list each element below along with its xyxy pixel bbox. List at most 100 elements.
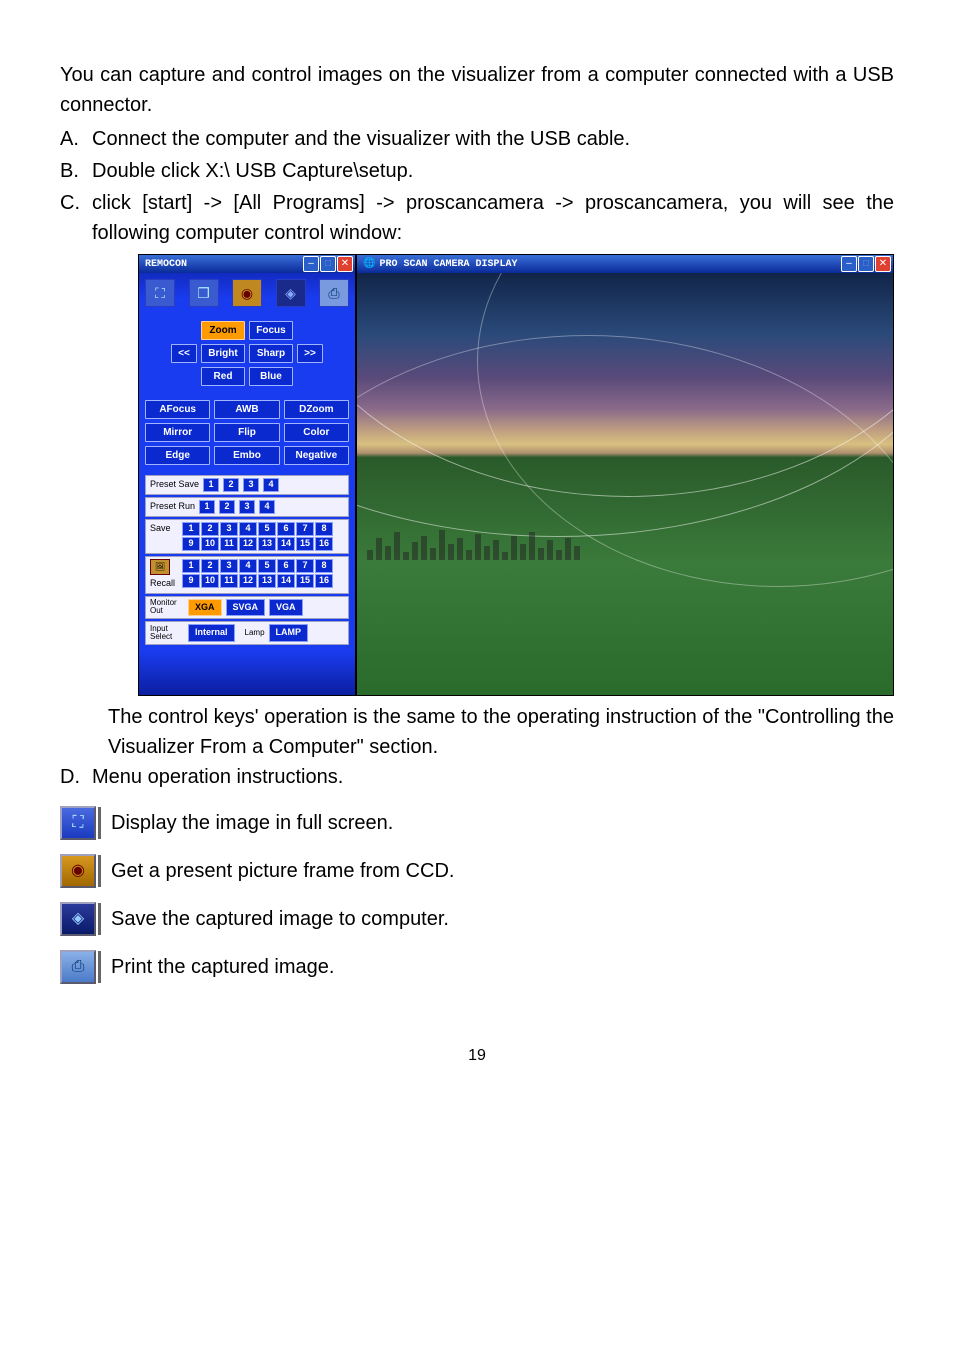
flip-button[interactable]: Flip — [214, 423, 279, 442]
step-c-after: The control keys' operation is the same … — [108, 702, 894, 762]
step-d: D. Menu operation instructions. — [60, 762, 894, 792]
vga-chip[interactable]: VGA — [269, 599, 303, 617]
save-row: Save 1 2 3 4 5 6 7 8 9 10 11 12 13 14 15 — [145, 519, 349, 554]
step-text: Menu operation instructions. — [92, 762, 894, 792]
preset-num[interactable]: 2 — [223, 478, 239, 492]
menu-text: Get a present picture frame from CCD. — [111, 856, 454, 886]
save-num[interactable]: 16 — [315, 537, 333, 551]
step-a: A. Connect the computer and the visualiz… — [60, 124, 894, 154]
maximize-icon[interactable]: □ — [858, 256, 874, 272]
monitor-out-label: Monitor Out — [150, 599, 184, 615]
input-select-value[interactable]: Internal — [188, 624, 235, 642]
preset-run-label: Preset Run — [150, 500, 195, 514]
recall-num[interactable]: 10 — [201, 574, 219, 588]
lamp-value[interactable]: LAMP — [269, 624, 309, 642]
gallery-icon[interactable]: 🖼 — [150, 559, 170, 575]
preset-num[interactable]: 3 — [243, 478, 259, 492]
blue-button[interactable]: Blue — [249, 367, 293, 386]
zoom-button[interactable]: Zoom — [201, 321, 245, 340]
recall-num[interactable]: 7 — [296, 559, 314, 573]
maximize-icon[interactable]: □ — [320, 256, 336, 272]
save-num[interactable]: 14 — [277, 537, 295, 551]
save-num[interactable]: 1 — [182, 522, 200, 536]
prev-button[interactable]: << — [171, 344, 197, 363]
recall-num[interactable]: 11 — [220, 574, 238, 588]
xga-chip[interactable]: XGA — [188, 599, 222, 617]
monitor-out-row: Monitor Out XGA SVGA VGA — [145, 596, 349, 620]
close-icon[interactable]: ✕ — [337, 256, 353, 272]
save-num[interactable]: 5 — [258, 522, 276, 536]
recall-num[interactable]: 3 — [220, 559, 238, 573]
save-num[interactable]: 12 — [239, 537, 257, 551]
save-num[interactable]: 15 — [296, 537, 314, 551]
menu-text: Save the captured image to computer. — [111, 904, 449, 934]
focus-button[interactable]: Focus — [249, 321, 293, 340]
save-num[interactable]: 7 — [296, 522, 314, 536]
color-button[interactable]: Color — [284, 423, 349, 442]
recall-num[interactable]: 5 — [258, 559, 276, 573]
preset-num[interactable]: 2 — [219, 500, 235, 514]
negative-button[interactable]: Negative — [284, 446, 349, 465]
afocus-button[interactable]: AFocus — [145, 400, 210, 419]
recall-num[interactable]: 4 — [239, 559, 257, 573]
save-num[interactable]: 3 — [220, 522, 238, 536]
recall-num[interactable]: 15 — [296, 574, 314, 588]
save-num[interactable]: 11 — [220, 537, 238, 551]
recall-num[interactable]: 12 — [239, 574, 257, 588]
red-button[interactable]: Red — [201, 367, 245, 386]
menu-item-save: ◈ Save the captured image to computer. — [60, 902, 894, 936]
step-text: Connect the computer and the visualizer … — [92, 124, 894, 154]
input-select-label: Input Select — [150, 625, 184, 641]
remocon-titlebar: REMOCON – □ ✕ — [139, 255, 355, 273]
save-num[interactable]: 10 — [201, 537, 219, 551]
window-icon[interactable]: ❐ — [189, 279, 219, 307]
svga-chip[interactable]: SVGA — [226, 599, 266, 617]
save-num[interactable]: 6 — [277, 522, 295, 536]
mirror-button[interactable]: Mirror — [145, 423, 210, 442]
dzoom-button[interactable]: DZoom — [284, 400, 349, 419]
save-num[interactable]: 4 — [239, 522, 257, 536]
step-letter: A. — [60, 124, 92, 154]
intro-paragraph: You can capture and control images on th… — [60, 60, 894, 120]
preset-num[interactable]: 3 — [239, 500, 255, 514]
save-num[interactable]: 9 — [182, 537, 200, 551]
embo-button[interactable]: Embo — [214, 446, 279, 465]
recall-num[interactable]: 2 — [201, 559, 219, 573]
preset-num[interactable]: 4 — [263, 478, 279, 492]
next-button[interactable]: >> — [297, 344, 323, 363]
fullscreen-icon[interactable]: ⛶ — [145, 279, 175, 307]
recall-num[interactable]: 9 — [182, 574, 200, 588]
print-icon[interactable]: ⎙ — [319, 279, 349, 307]
step-b: B. Double click X:\ USB Capture\setup. — [60, 156, 894, 186]
minimize-icon[interactable]: – — [841, 256, 857, 272]
menu-item-print: ⎙ Print the captured image. — [60, 950, 894, 984]
preset-num[interactable]: 1 — [203, 478, 219, 492]
function-grid: AFocus AWB DZoom Mirror Flip Color Edge … — [145, 400, 349, 465]
preset-num[interactable]: 4 — [259, 500, 275, 514]
recall-num[interactable]: 6 — [277, 559, 295, 573]
page-number: 19 — [60, 1044, 894, 1068]
recall-num[interactable]: 14 — [277, 574, 295, 588]
minimize-icon[interactable]: – — [303, 256, 319, 272]
close-icon[interactable]: ✕ — [875, 256, 891, 272]
save-num[interactable]: 2 — [201, 522, 219, 536]
recall-num[interactable]: 1 — [182, 559, 200, 573]
globe-icon: 🌐 — [363, 257, 375, 272]
camera-icon[interactable]: ◉ — [232, 279, 262, 307]
edge-button[interactable]: Edge — [145, 446, 210, 465]
printer-icon: ⎙ — [60, 950, 96, 984]
display-window: 🌐 PRO SCAN CAMERA DISPLAY – □ ✕ — [356, 254, 894, 696]
awb-button[interactable]: AWB — [214, 400, 279, 419]
bright-button[interactable]: Bright — [201, 344, 245, 363]
save-num[interactable]: 8 — [315, 522, 333, 536]
recall-num[interactable]: 8 — [315, 559, 333, 573]
save-icon[interactable]: ◈ — [276, 279, 306, 307]
recall-num[interactable]: 13 — [258, 574, 276, 588]
preset-num[interactable]: 1 — [199, 500, 215, 514]
save-num[interactable]: 13 — [258, 537, 276, 551]
step-text: Double click X:\ USB Capture\setup. — [92, 156, 894, 186]
recall-num[interactable]: 16 — [315, 574, 333, 588]
sharp-button[interactable]: Sharp — [249, 344, 293, 363]
step-letter: D. — [60, 762, 92, 792]
diskette-icon: ◈ — [60, 902, 96, 936]
